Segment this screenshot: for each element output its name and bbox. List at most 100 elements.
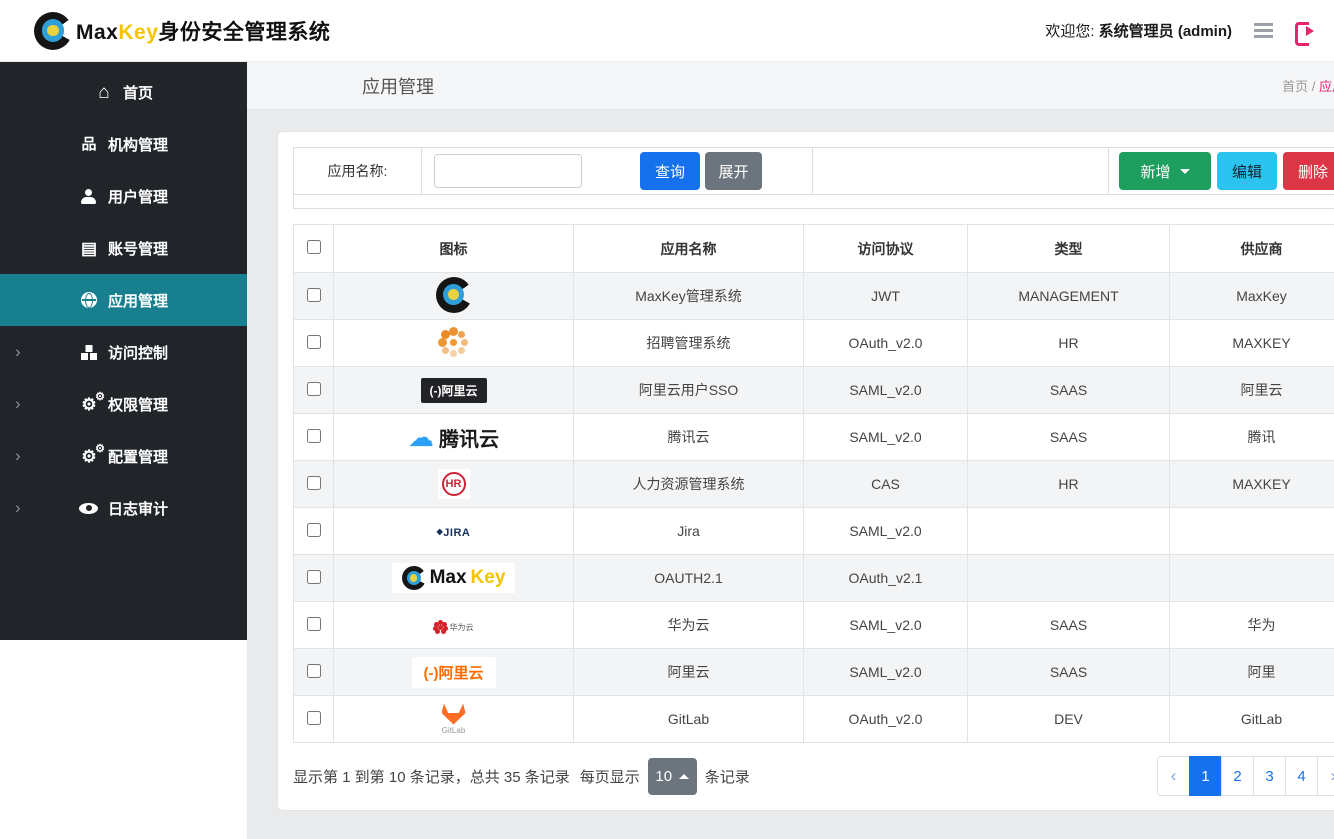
row-checkbox[interactable] <box>307 711 321 725</box>
app-vendor-cell <box>1170 555 1334 602</box>
chevron-right-icon: › <box>15 342 21 362</box>
app-type-cell <box>968 508 1170 555</box>
table-row[interactable]: (-)阿里云阿里云SAML_v2.0SAAS阿里 <box>294 649 1334 696</box>
row-checkbox[interactable] <box>307 476 321 490</box>
sidebar-item-账号管理[interactable]: ▤ 账号管理 <box>0 222 247 274</box>
row-checkbox[interactable] <box>307 523 321 537</box>
app-type-cell <box>968 555 1170 602</box>
table-row[interactable]: HR人力资源管理系统CASHRMAXKEY <box>294 461 1334 508</box>
app-name-cell: 人力资源管理系统 <box>574 461 804 508</box>
column-header: 图标 <box>334 225 574 273</box>
idcard-icon: ▤ <box>79 240 99 257</box>
top-navbar: MaxKey身份安全管理系统 欢迎您: 系统管理员 (admin) <box>0 0 1334 62</box>
huawei-cloud-icon: 华为云 <box>434 622 474 633</box>
table-row[interactable]: ◆JIRAJiraSAML_v2.0 <box>294 508 1334 555</box>
page-button-1[interactable]: 1 <box>1189 756 1222 796</box>
app-name-cell: OAUTH2.1 <box>574 555 804 602</box>
query-button[interactable]: 查询 <box>640 152 700 190</box>
edit-button[interactable]: 编辑 <box>1217 152 1277 190</box>
apps-table: 图标应用名称访问协议类型供应商 MaxKey管理系统JWTMANAGEMENTM… <box>293 224 1334 743</box>
table-row[interactable]: MaxKey OAUTH2.1OAuth_v2.1 <box>294 555 1334 602</box>
maxkey-wordmark-icon: MaxKey <box>392 563 516 593</box>
breadcrumb-home-link[interactable]: 首页 <box>1282 79 1308 94</box>
app-vendor-cell: MAXKEY <box>1170 461 1334 508</box>
hr-logo-icon: HR <box>438 469 470 499</box>
table-header-row: 图标应用名称访问协议类型供应商 <box>294 225 1334 273</box>
sitemap-icon: 品 <box>79 137 99 152</box>
app-icon-cell: ◆JIRA <box>334 508 574 555</box>
delete-button[interactable]: 删除 <box>1283 152 1334 190</box>
app-type-cell: DEV <box>968 696 1170 743</box>
gears-icon: ⚙⚙ <box>79 396 99 413</box>
pagination: ‹1234› <box>1157 756 1334 796</box>
sidebar-item-日志审计[interactable]: ›日志审计 <box>0 482 247 534</box>
welcome-text: 欢迎您: 系统管理员 (admin) <box>1045 20 1232 41</box>
home-icon: ⌂ <box>94 83 114 102</box>
add-button[interactable]: 新增 <box>1119 152 1211 190</box>
menu-toggle-icon[interactable] <box>1254 29 1273 32</box>
aliyun-dark-icon: (-)阿里云 <box>421 378 487 403</box>
row-checkbox[interactable] <box>307 570 321 584</box>
app-name-input[interactable] <box>434 154 582 188</box>
page-header: 应用管理 首页 / 应用管理 <box>247 62 1334 110</box>
app-vendor-cell: MaxKey <box>1170 273 1334 320</box>
row-checkbox[interactable] <box>307 382 321 396</box>
app-type-cell: SAAS <box>968 602 1170 649</box>
column-header: 供应商 <box>1170 225 1334 273</box>
app-name-cell: 腾讯云 <box>574 414 804 461</box>
app-type-cell: HR <box>968 320 1170 367</box>
sidebar-item-首页[interactable]: ⌂首页 <box>0 66 247 118</box>
gears-icon: ⚙⚙ <box>79 448 99 465</box>
sidebar-item-应用管理[interactable]: 应用管理 <box>0 274 247 326</box>
page-button-2[interactable]: 2 <box>1221 756 1254 796</box>
sidebar-item-机构管理[interactable]: 品机构管理 <box>0 118 247 170</box>
app-icon-cell: HR <box>334 461 574 508</box>
caret-down-icon <box>1180 169 1190 174</box>
row-checkbox[interactable] <box>307 288 321 302</box>
row-checkbox[interactable] <box>307 429 321 443</box>
app-protocol-cell: SAML_v2.0 <box>804 649 968 696</box>
page-button-3[interactable]: 3 <box>1253 756 1286 796</box>
table-row[interactable]: ☁腾讯云腾讯云SAML_v2.0SAAS腾讯 <box>294 414 1334 461</box>
sidebar-item-配置管理[interactable]: ›⚙⚙配置管理 <box>0 430 247 482</box>
app-icon-cell: GitLab <box>334 696 574 743</box>
maxkey-logo-icon <box>34 12 72 50</box>
app-protocol-cell: SAML_v2.0 <box>804 367 968 414</box>
table-row[interactable]: GitLabGitLabOAuth_v2.0DEVGitLab <box>294 696 1334 743</box>
maxkey-logo-icon <box>436 277 472 313</box>
column-header: 应用名称 <box>574 225 804 273</box>
sidebar-item-权限管理[interactable]: › ⚙⚙ 权限管理 <box>0 378 247 430</box>
app-vendor-cell: 华为 <box>1170 602 1334 649</box>
table-row[interactable]: 华为云华为云SAML_v2.0SAAS华为 <box>294 602 1334 649</box>
table-row[interactable]: 招聘管理系统OAuth_v2.0HRMAXKEY <box>294 320 1334 367</box>
app-type-cell: SAAS <box>968 414 1170 461</box>
app-vendor-cell: 阿里 <box>1170 649 1334 696</box>
page-button-4[interactable]: 4 <box>1285 756 1318 796</box>
logout-icon[interactable] <box>1295 22 1312 40</box>
table-footer: 显示第 1 到第 10 条记录，总共 35 条记录 每页显示 10 条记录 ‹1… <box>293 756 1334 796</box>
sidebar-item-访问控制[interactable]: ›访问控制 <box>0 326 247 378</box>
expand-button[interactable]: 展开 <box>705 152 762 190</box>
app-icon-cell: ☁腾讯云 <box>334 414 574 461</box>
sidebar-item-label: 账号管理 <box>108 238 168 259</box>
app-type-cell: SAAS <box>968 649 1170 696</box>
chevron-right-icon: › <box>15 498 21 518</box>
sidebar-item-用户管理[interactable]: 用户管理 <box>0 170 247 222</box>
sidebar-item-label: 权限管理 <box>108 394 168 415</box>
row-checkbox[interactable] <box>307 617 321 631</box>
select-all-checkbox[interactable] <box>307 240 321 254</box>
table-row[interactable]: (-)阿里云阿里云用户SSOSAML_v2.0SAAS阿里云 <box>294 367 1334 414</box>
prev-page-button[interactable]: ‹ <box>1157 756 1190 796</box>
table-row[interactable]: MaxKey管理系统JWTMANAGEMENTMaxKey <box>294 273 1334 320</box>
row-checkbox[interactable] <box>307 664 321 678</box>
app-protocol-cell: OAuth_v2.1 <box>804 555 968 602</box>
app-name-cell: 阿里云 <box>574 649 804 696</box>
tencent-cloud-icon: ☁腾讯云 <box>408 423 499 452</box>
select-all-cell <box>294 225 334 273</box>
page-size-dropdown[interactable]: 10 <box>648 758 697 795</box>
row-checkbox[interactable] <box>307 335 321 349</box>
next-page-button[interactable]: › <box>1317 756 1334 796</box>
chevron-right-icon: › <box>15 394 21 414</box>
app-name-cell: Jira <box>574 508 804 555</box>
table-body: MaxKey管理系统JWTMANAGEMENTMaxKey招聘管理系统OAuth… <box>294 273 1334 743</box>
